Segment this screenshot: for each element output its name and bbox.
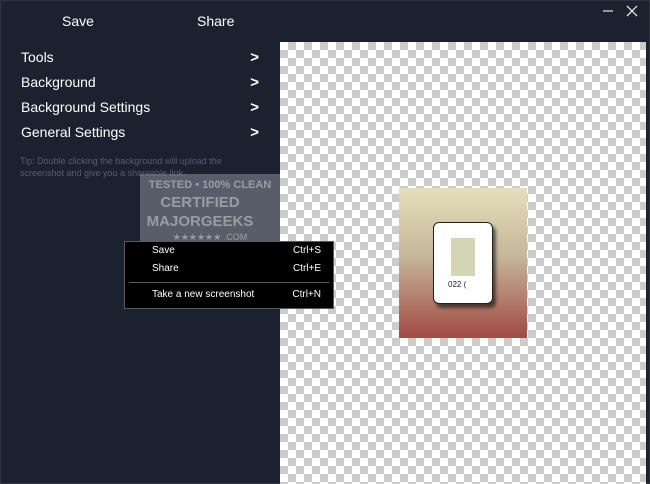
menu-item-label: Save [152,245,175,256]
minimize-icon[interactable] [600,4,616,20]
chevron-right-icon: > [250,124,259,141]
screenshot-thumbnail [451,238,475,276]
sidebar-item-label: Background [21,74,96,90]
screenshot-card: 022 ( [433,222,493,304]
top-toolbar: Save Share [0,0,650,42]
sidebar-item-label: Tools [21,49,54,65]
close-icon[interactable] [624,4,640,20]
context-menu: Save Ctrl+S Share Ctrl+E Take a new scre… [124,241,334,309]
sidebar-item-label: Background Settings [21,99,151,115]
menu-separator [129,282,329,283]
menu-item-shortcut: Ctrl+E [292,263,321,274]
chevron-right-icon: > [250,99,259,116]
svg-text:TESTED • 100% CLEAN: TESTED • 100% CLEAN [149,179,271,191]
menu-item-shortcut: Ctrl+S [292,245,321,256]
preview-canvas[interactable]: 022 ( [280,42,646,484]
majorgeeks-watermark-logo: TESTED • 100% CLEAN CERTIFIED MAJORGEEKS… [140,174,280,244]
context-menu-take-screenshot[interactable]: Take a new screenshot Ctrl+N [125,287,333,303]
share-button[interactable]: Share [197,13,234,29]
sidebar-item-background-settings[interactable]: Background Settings > [21,99,266,121]
menu-item-label: Share [152,263,179,274]
save-button[interactable]: Save [62,13,94,29]
chevron-right-icon: > [250,74,259,91]
chevron-right-icon: > [250,49,259,66]
context-menu-share[interactable]: Share Ctrl+E [125,261,333,277]
gradient-background-preview[interactable]: 022 ( [399,188,527,338]
sidebar-item-background[interactable]: Background > [21,74,266,96]
screenshot-card-text: 022 ( [448,280,467,289]
menu-item-label: Take a new screenshot [152,289,255,300]
svg-text:CERTIFIED: CERTIFIED [160,194,239,211]
context-menu-save[interactable]: Save Ctrl+S [125,243,333,259]
sidebar-item-label: General Settings [21,124,126,140]
sidebar-item-general-settings[interactable]: General Settings > [21,124,266,146]
sidebar-item-tools[interactable]: Tools > [21,49,266,71]
svg-text:MAJORGEEKS: MAJORGEEKS [147,213,254,230]
menu-item-shortcut: Ctrl+N [292,289,321,300]
